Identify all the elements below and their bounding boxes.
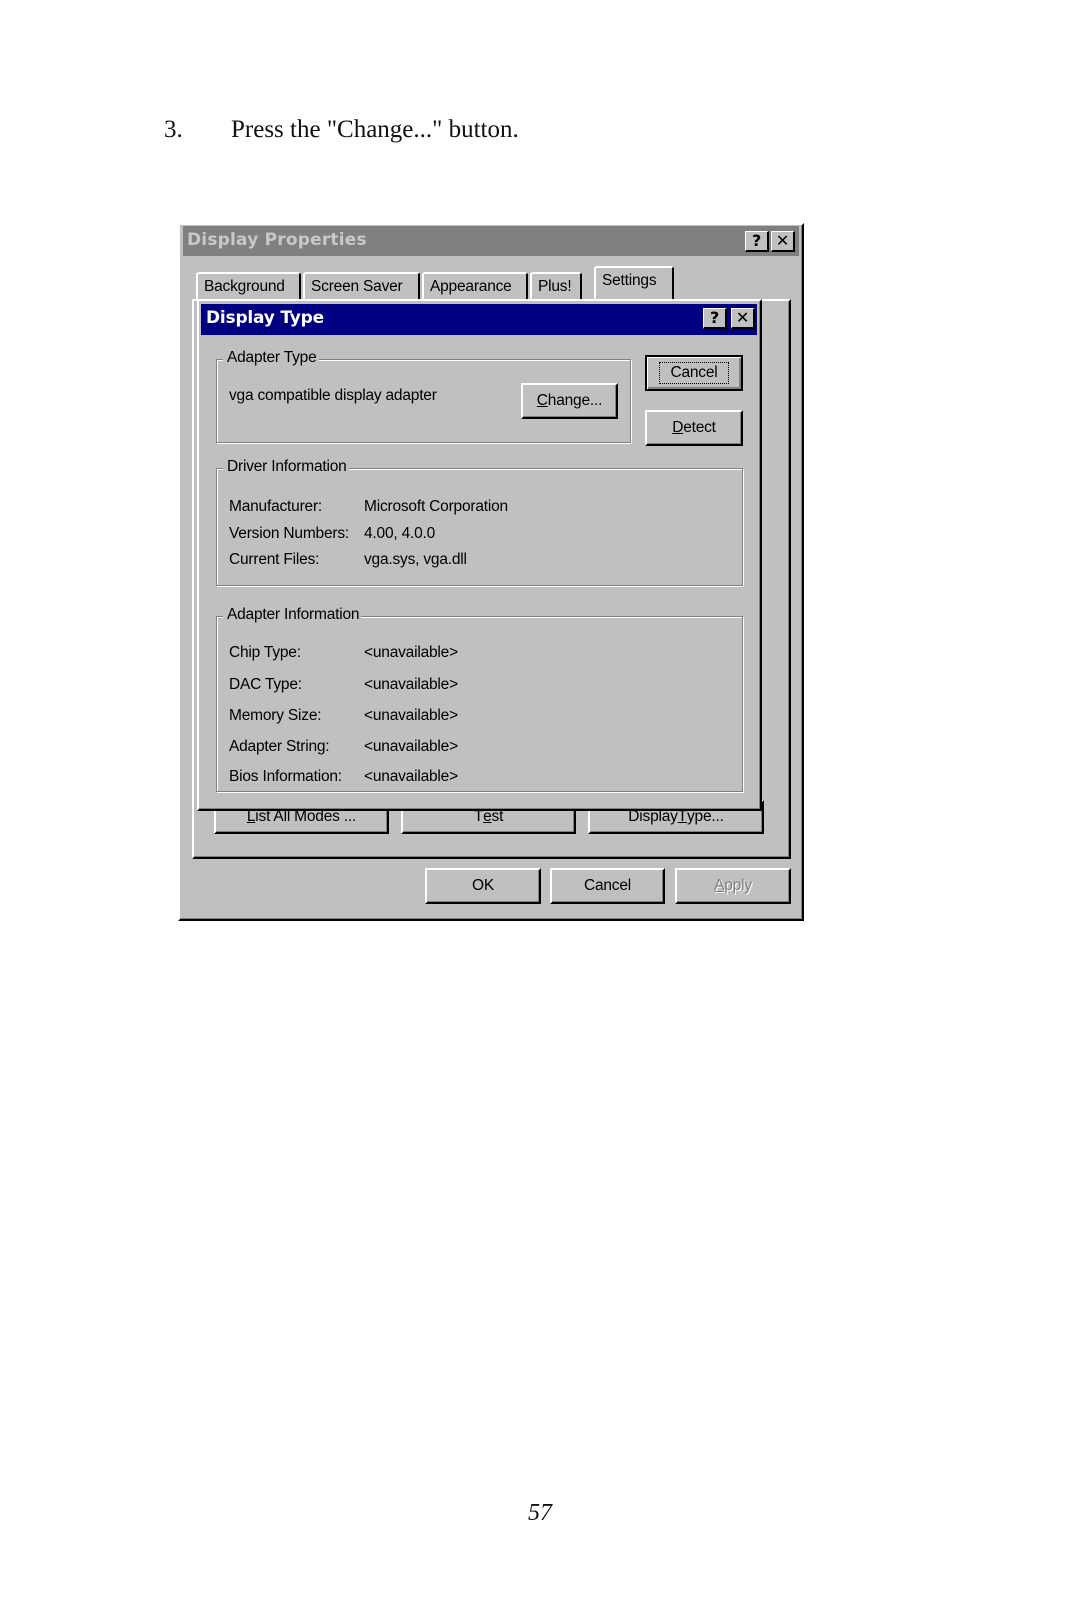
adapter-type-group: Adapter Type vga compatible display adap… [216,349,631,443]
apply-button[interactable]: Apply [675,868,791,904]
tab-label: Settings [602,272,657,289]
row-value: <unavailable> [364,707,458,724]
mnemonic: D [672,419,684,436]
tab-label: Screen Saver [311,278,403,295]
page-number: 57 [528,1500,552,1526]
close-icon[interactable]: ✕ [771,231,795,252]
adapter-type-value: vga compatible display adapter [229,387,437,404]
button-text: Cancel [583,877,632,894]
mnemonic: C [536,392,548,409]
tab-appearance[interactable]: Appearance [422,272,528,300]
row-label: Memory Size: [229,707,322,724]
row-value: 4.00, 4.0.0 [364,525,436,542]
display-type-dialog: Display Type ? ✕ Adapter Type vga compat… [197,299,762,811]
display-type-titlebar[interactable]: Display Type ? ✕ [201,304,757,335]
button-text: Cancel [659,362,729,384]
driver-information-group: Driver Information Manufacturer: Microso… [216,458,743,586]
step-number: 3. [164,116,183,143]
button-text: etect [683,419,716,436]
dialog-cancel-button[interactable]: Cancel [645,355,743,391]
row-value: <unavailable> [364,644,458,661]
row-label: Bios Information: [229,768,342,785]
row-label: Current Files: [229,551,320,568]
row-label: Version Numbers: [229,525,349,542]
close-icon[interactable]: ✕ [731,308,755,329]
row-label: DAC Type: [229,676,302,693]
button-text: hange... [547,392,603,409]
detect-button[interactable]: Detect [645,410,743,446]
step-instruction: Press the "Change..." button. [231,116,519,143]
row-value: <unavailable> [364,738,458,755]
tab-label: Plus! [538,278,572,295]
window-title: Display Properties [187,230,367,250]
button-text: pply [724,877,752,894]
help-icon[interactable]: ? [703,308,727,329]
adapter-information-legend: Adapter Information [223,606,362,624]
row-value: <unavailable> [364,676,458,693]
help-icon[interactable]: ? [745,231,769,252]
row-value: vga.sys, vga.dll [364,551,467,568]
dialog-title: Display Type [206,308,324,328]
cancel-button[interactable]: Cancel [550,868,665,904]
row-label: Manufacturer: [229,498,323,515]
row-label: Chip Type: [229,644,301,661]
button-text: OK [472,877,494,894]
tab-screen-saver[interactable]: Screen Saver [303,272,420,300]
tab-background[interactable]: Background [196,272,301,300]
mnemonic: A [714,877,725,894]
row-value: <unavailable> [364,768,458,785]
driver-information-legend: Driver Information [223,458,349,476]
row-label: Adapter String: [229,738,330,755]
adapter-type-legend: Adapter Type [223,349,319,367]
tab-label: Background [204,278,285,295]
ok-button[interactable]: OK [425,868,541,904]
tab-label: Appearance [430,278,512,295]
tab-plus[interactable]: Plus! [530,272,582,300]
display-properties-titlebar[interactable]: Display Properties ? ✕ [183,226,799,256]
adapter-information-group: Adapter Information Chip Type: <unavaila… [216,606,743,792]
change-button[interactable]: Change... [521,383,618,419]
tab-settings[interactable]: Settings [594,266,674,302]
row-value: Microsoft Corporation [364,498,508,515]
